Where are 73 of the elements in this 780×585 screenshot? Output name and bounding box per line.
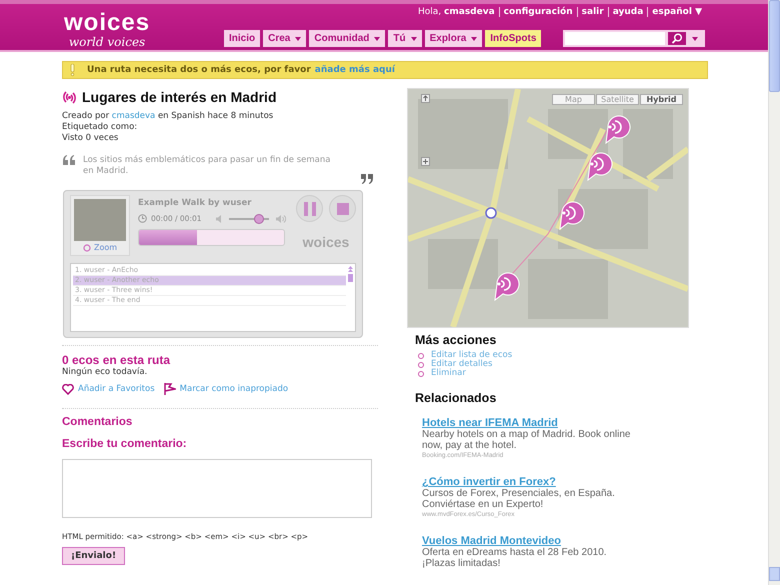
satellite-map[interactable] xyxy=(408,89,688,327)
site-logo[interactable]: woices world voices xyxy=(64,9,150,49)
volume-high-icon xyxy=(276,214,286,222)
related-heading: Relacionados xyxy=(415,391,498,405)
action-link[interactable]: Eliminar xyxy=(418,369,690,378)
action-link[interactable]: Editar lista de ecos xyxy=(418,351,690,360)
stop-button[interactable] xyxy=(329,195,356,222)
tagged-label: Etiquetado como: xyxy=(62,122,138,133)
ad-text: Cursos de Forex, Presenciales, en España. Conviértase en un Experto! xyxy=(422,488,616,510)
close-quote-icon xyxy=(361,174,374,184)
search-icon[interactable] xyxy=(668,32,686,45)
action-link[interactable]: Editar detalles xyxy=(418,360,690,369)
header-link[interactable]: ayuda xyxy=(608,7,648,17)
created-by-text: Creado por cmasdeva en Spanish hace 8 minutos xyxy=(62,111,274,122)
volume-thumb[interactable] xyxy=(254,214,264,224)
author-link[interactable]: cmasdeva xyxy=(112,111,156,121)
scrollbar-thumb[interactable] xyxy=(348,274,353,282)
comments-heading: Comentarios xyxy=(62,416,134,428)
nav-tab[interactable]: Tú xyxy=(388,30,422,47)
map-type-button[interactable]: Map xyxy=(552,94,595,105)
ad-title-link[interactable]: Vuelos Madrid Montevideo xyxy=(422,535,637,547)
nav-tab[interactable]: Inicio xyxy=(224,30,260,47)
echoes-heading: 0 ecos en esta ruta xyxy=(62,353,172,367)
alert-text: Una ruta necesita dos o más ecos, por favor añade más aquí xyxy=(87,65,395,75)
ad-text: Oferta en eDreams hasta el 28 Feb 2010. ¡Plazas limitadas! xyxy=(422,547,608,569)
pause-button[interactable] xyxy=(296,195,323,222)
nav-tab[interactable]: InfoSpots xyxy=(485,30,542,47)
scroll-arrows-icon[interactable] xyxy=(348,266,353,272)
search-field[interactable] xyxy=(563,30,705,47)
track-title: Example Walk by wuser xyxy=(138,198,252,208)
route-description: Los sitios más emblemáticos para pasar un fin de semana en Madrid. xyxy=(83,155,332,177)
add-echo-link[interactable]: añade más aquí xyxy=(314,65,395,75)
exclamation-icon xyxy=(70,64,75,76)
map-type-button[interactable]: Satellite xyxy=(596,94,639,105)
more-actions-heading: Más acciones xyxy=(415,333,498,347)
map-type-button[interactable]: Hybrid xyxy=(640,94,683,105)
nav-tab[interactable]: Crea xyxy=(263,30,306,47)
stop-icon xyxy=(336,202,348,214)
comment-input[interactable] xyxy=(62,459,372,518)
caret-icon[interactable] xyxy=(692,36,698,40)
submit-button[interactable]: ¡Envialo! xyxy=(62,547,126,565)
route-signal-icon xyxy=(62,90,77,104)
flag-icon xyxy=(162,383,176,395)
scrollbar-thumb[interactable] xyxy=(769,0,780,92)
heart-icon xyxy=(62,384,74,394)
map-pin-icon[interactable] xyxy=(494,272,520,300)
header-link[interactable]: español ▼ xyxy=(647,7,706,17)
favorite-link[interactable]: Añadir a Favoritos xyxy=(62,383,155,395)
ad-title-link[interactable]: Hotels near IFEMA Madrid xyxy=(422,417,637,429)
nav-tab[interactable]: Comunidad xyxy=(309,30,386,47)
map-pin-icon[interactable] xyxy=(560,202,584,230)
zoom-link[interactable]: Zoom xyxy=(82,243,118,252)
pause-icon xyxy=(304,202,316,216)
empty-message: Ningún eco todavía. xyxy=(62,367,148,377)
clock-icon xyxy=(138,214,147,223)
player-logo: woices xyxy=(302,234,350,250)
volume-low-icon xyxy=(216,214,222,222)
ad-title-link[interactable]: ¿Cómo invertir en Forex? xyxy=(422,476,637,488)
nav-tab[interactable]: Explora xyxy=(424,30,482,47)
open-quote-icon xyxy=(62,155,75,165)
map-pin-icon[interactable] xyxy=(606,116,630,144)
flag-link[interactable]: Marcar como inapropiado xyxy=(162,383,288,395)
zoom-in-icon[interactable] xyxy=(421,157,430,166)
photo-placeholder xyxy=(74,199,126,241)
header-link[interactable]: salir xyxy=(576,7,608,17)
ad-text: Nearby hotels on a map of Madrid. Book online now, pay at the hotel. xyxy=(422,429,632,451)
header-link[interactable]: configuración xyxy=(498,7,577,17)
route-title: Lugares de interés en Madrid xyxy=(82,89,276,105)
map-pin-icon[interactable] xyxy=(588,152,612,180)
pan-up-icon[interactable] xyxy=(421,94,430,103)
comment-form-heading: Escribe tu comentario: xyxy=(62,438,188,450)
views-count: Visto 0 veces xyxy=(62,133,120,144)
greeting-text: Hola, cmasdeva xyxy=(417,7,496,17)
